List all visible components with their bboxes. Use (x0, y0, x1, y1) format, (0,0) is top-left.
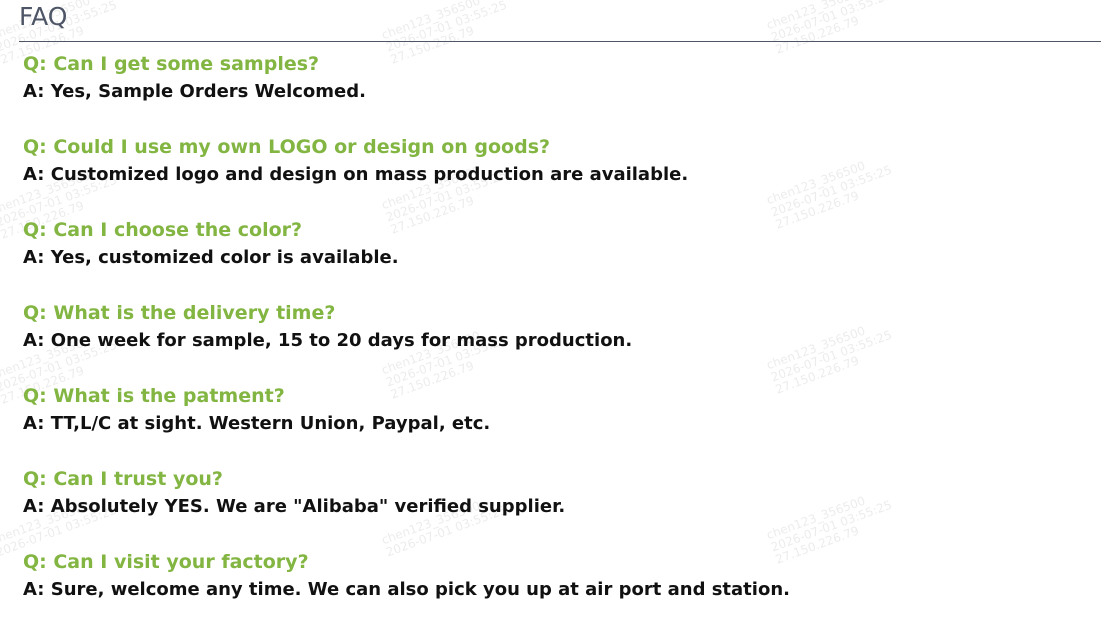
faq-answer: A: Yes, Sample Orders Welcomed. (23, 81, 366, 102)
faq-question: Q: Can I get some samples? (23, 53, 320, 75)
faq-item: Q: What is the patment? A: TT,L/C at sig… (23, 383, 1093, 466)
faq-question: Q: Could I use my own LOGO or design on … (23, 136, 551, 158)
faq-answer: A: Absolutely YES. We are "Alibaba" veri… (23, 496, 566, 517)
faq-question: Q: Can I trust you? (23, 468, 223, 490)
faq-item: Q: Can I trust you? A: Absolutely YES. W… (23, 466, 1093, 549)
faq-item: Q: Can I get some samples? A: Yes, Sampl… (23, 51, 1093, 134)
faq-question: Q: What is the patment? (23, 385, 285, 407)
faq-list: Q: Can I get some samples? A: Yes, Sampl… (23, 51, 1093, 632)
faq-question: Q: What is the delivery time? (23, 302, 336, 324)
faq-question: Q: Can I choose the color? (23, 219, 303, 241)
faq-item: Q: Could I use my own LOGO or design on … (23, 134, 1093, 217)
faq-question: Q: Can I visit your factory? (23, 551, 309, 573)
faq-answer: A: Yes, customized color is available. (23, 247, 399, 268)
faq-header: FAQ (19, 0, 1101, 42)
faq-answer: A: Sure, welcome any time. We can also p… (23, 579, 790, 600)
faq-answer: A: TT,L/C at sight. Western Union, Paypa… (23, 413, 491, 434)
faq-item: Q: What is the delivery time? A: One wee… (23, 300, 1093, 383)
faq-answer: A: Customized logo and design on mass pr… (23, 164, 689, 185)
faq-item: Q: Can I visit your factory? A: Sure, we… (23, 549, 1093, 632)
faq-item: Q: Can I choose the color? A: Yes, custo… (23, 217, 1093, 300)
page-title: FAQ (19, 2, 68, 31)
faq-answer: A: One week for sample, 15 to 20 days fo… (23, 330, 633, 351)
